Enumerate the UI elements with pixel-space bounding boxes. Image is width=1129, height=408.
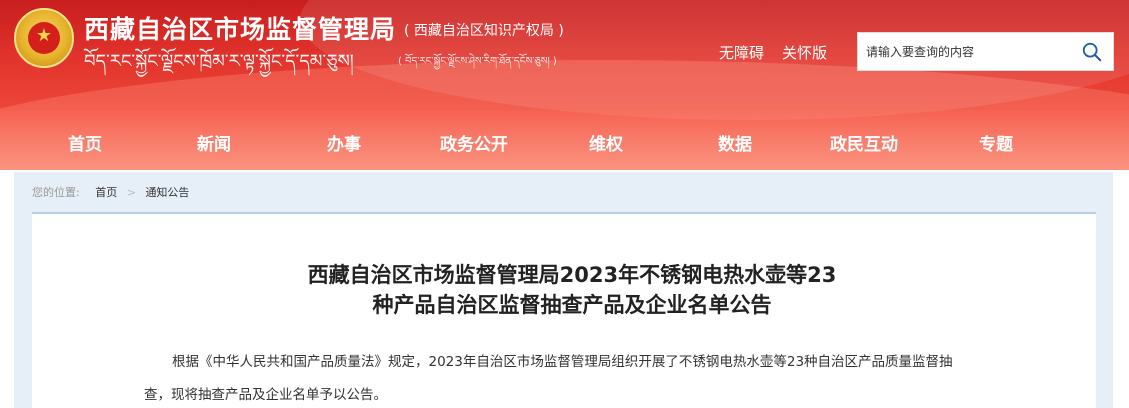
search-box xyxy=(857,32,1114,71)
site-subtitle: ( 西藏自治区知识产权局 ) xyxy=(404,23,564,39)
article-body: 根据《中华人民共和国产品质量法》规定，2023年自治区市场监督管理局组织开展了不… xyxy=(144,354,953,403)
national-emblem-icon[interactable]: ★ xyxy=(14,8,74,68)
article-container: 西藏自治区市场监督管理局2023年不锈钢电热水壶等23 种产品自治区监督抽查产品… xyxy=(32,212,1096,408)
nav-home[interactable]: 首页 xyxy=(68,130,102,155)
nav-topics[interactable]: 专题 xyxy=(979,130,1013,155)
breadcrumb-notices[interactable]: 通知公告 xyxy=(145,186,189,199)
site-subtitle-tibetan: ( བོད་རང་སྐྱོང་ལྗོངས་ཤེས་རིག་ཐོན་དངོས་ཅུ… xyxy=(398,56,557,67)
nav-rights-protection[interactable]: 维权 xyxy=(589,130,623,155)
search-icon[interactable] xyxy=(1081,41,1103,63)
article-title: 西藏自治区市场监督管理局2023年不锈钢电热水壶等23 种产品自治区监督抽查产品… xyxy=(262,260,882,320)
breadcrumb-prefix: 您的位置: xyxy=(32,186,80,199)
nav-interaction[interactable]: 政民互动 xyxy=(830,130,898,155)
nav-services[interactable]: 办事 xyxy=(327,130,361,155)
nav-data[interactable]: 数据 xyxy=(718,130,752,155)
nav-news[interactable]: 新闻 xyxy=(197,130,231,155)
search-input[interactable] xyxy=(866,41,1066,63)
breadcrumb-separator: > xyxy=(126,186,136,199)
breadcrumb-home[interactable]: 首页 xyxy=(95,186,117,199)
nav-government-affairs[interactable]: 政务公开 xyxy=(440,130,508,155)
site-title[interactable]: 西藏自治区市场监督管理局 xyxy=(84,10,396,46)
care-mode-link[interactable]: 关怀版 xyxy=(782,42,827,63)
article-title-line: 种产品自治区监督抽查产品及企业名单公告 xyxy=(372,293,772,317)
site-title-tibetan: བོད་རང་སྐྱོང་ལྗོངས་ཁྲོམ་ར་ལྟ་སྐྱོང་དོ་དམ… xyxy=(84,51,354,72)
main-nav: 首页 新闻 办事 政务公开 维权 数据 政民互动 专题 xyxy=(0,130,1129,160)
article-title-line: 西藏自治区市场监督管理局2023年不锈钢电热水壶等23 xyxy=(307,263,837,287)
site-header: ★ 西藏自治区市场监督管理局 ( 西藏自治区知识产权局 ) བོད་རང་སྐྱ… xyxy=(0,0,1129,170)
breadcrumb: 您的位置: 首页 > 通知公告 xyxy=(32,184,189,200)
accessibility-link[interactable]: 无障碍 xyxy=(719,42,764,63)
